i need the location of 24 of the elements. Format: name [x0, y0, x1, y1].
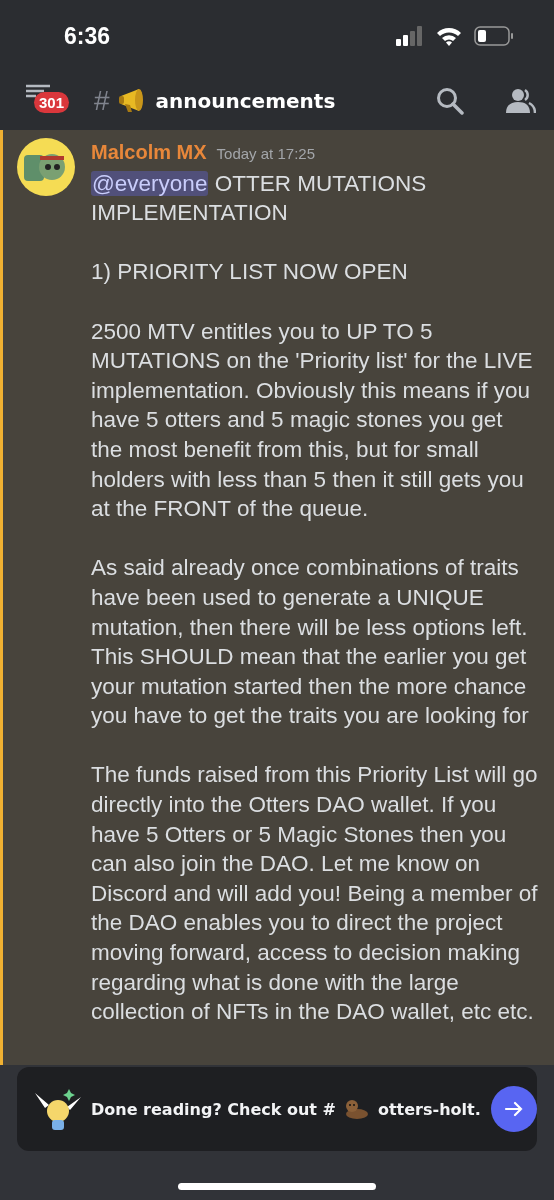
channel-hash: #: [94, 85, 110, 117]
prompt-text: Done reading? Check out #: [91, 1099, 336, 1119]
battery-icon: [474, 26, 514, 46]
message-timestamp: Today at 17:25: [216, 144, 315, 164]
search-icon[interactable]: [436, 87, 464, 115]
go-to-channel-button[interactable]: [490, 1086, 537, 1132]
channel-link[interactable]: otters-holt.: [377, 1099, 481, 1119]
winged-lightbulb-icon: [35, 1088, 81, 1130]
author-name[interactable]: Malcolm MX: [91, 138, 207, 168]
menu-icon[interactable]: [24, 84, 52, 98]
message-text: @everyone OTTER MUTATIONS IMPLEMENTATION: [91, 169, 428, 228]
message-text: The funds raised from this Priority List will go directly into the Otters DAO wallet. If you have 5 Otters or 5 Magic Stones then you can also join the DAO. Let me know on Discord and will add you! Being a member of the DAO enables you to direct the project moving forward, access to decision making regarding what is done with the large collection of NFTs in the DAO wallet, etc etc.: [91, 761, 539, 1027]
message-text: As said already once combinations of traits have been used to generate a UNIQUE mutation, then there will be less options left. This SHOULD mean that the earlier you get your mutation started then the more chance you have to get the traits you are looking for: [91, 554, 530, 731]
channel-name: announcements: [155, 89, 337, 113]
otter-icon: [345, 1099, 368, 1119]
everyone-mention[interactable]: @everyone: [91, 170, 209, 196]
signal-icon: [396, 26, 424, 46]
members-icon[interactable]: [506, 88, 536, 114]
arrow-right-icon: [503, 1099, 524, 1119]
wifi-icon: [436, 26, 462, 46]
unread-badge: 301: [34, 92, 70, 113]
message-text: 1) PRIORITY LIST NOW OPEN: [91, 258, 409, 287]
clock-time: 6:36: [64, 22, 111, 50]
message-text: 2500 MTV entitles you to UP TO 5 MUTATIONS on the 'Priority list' for the LIVE implementation. Obviously this means if you have 5 otters and 5 magic stones you get the most benefit from this, but for small holders with less than 5 then it still gets you at the FRONT of the queue.: [91, 317, 534, 524]
